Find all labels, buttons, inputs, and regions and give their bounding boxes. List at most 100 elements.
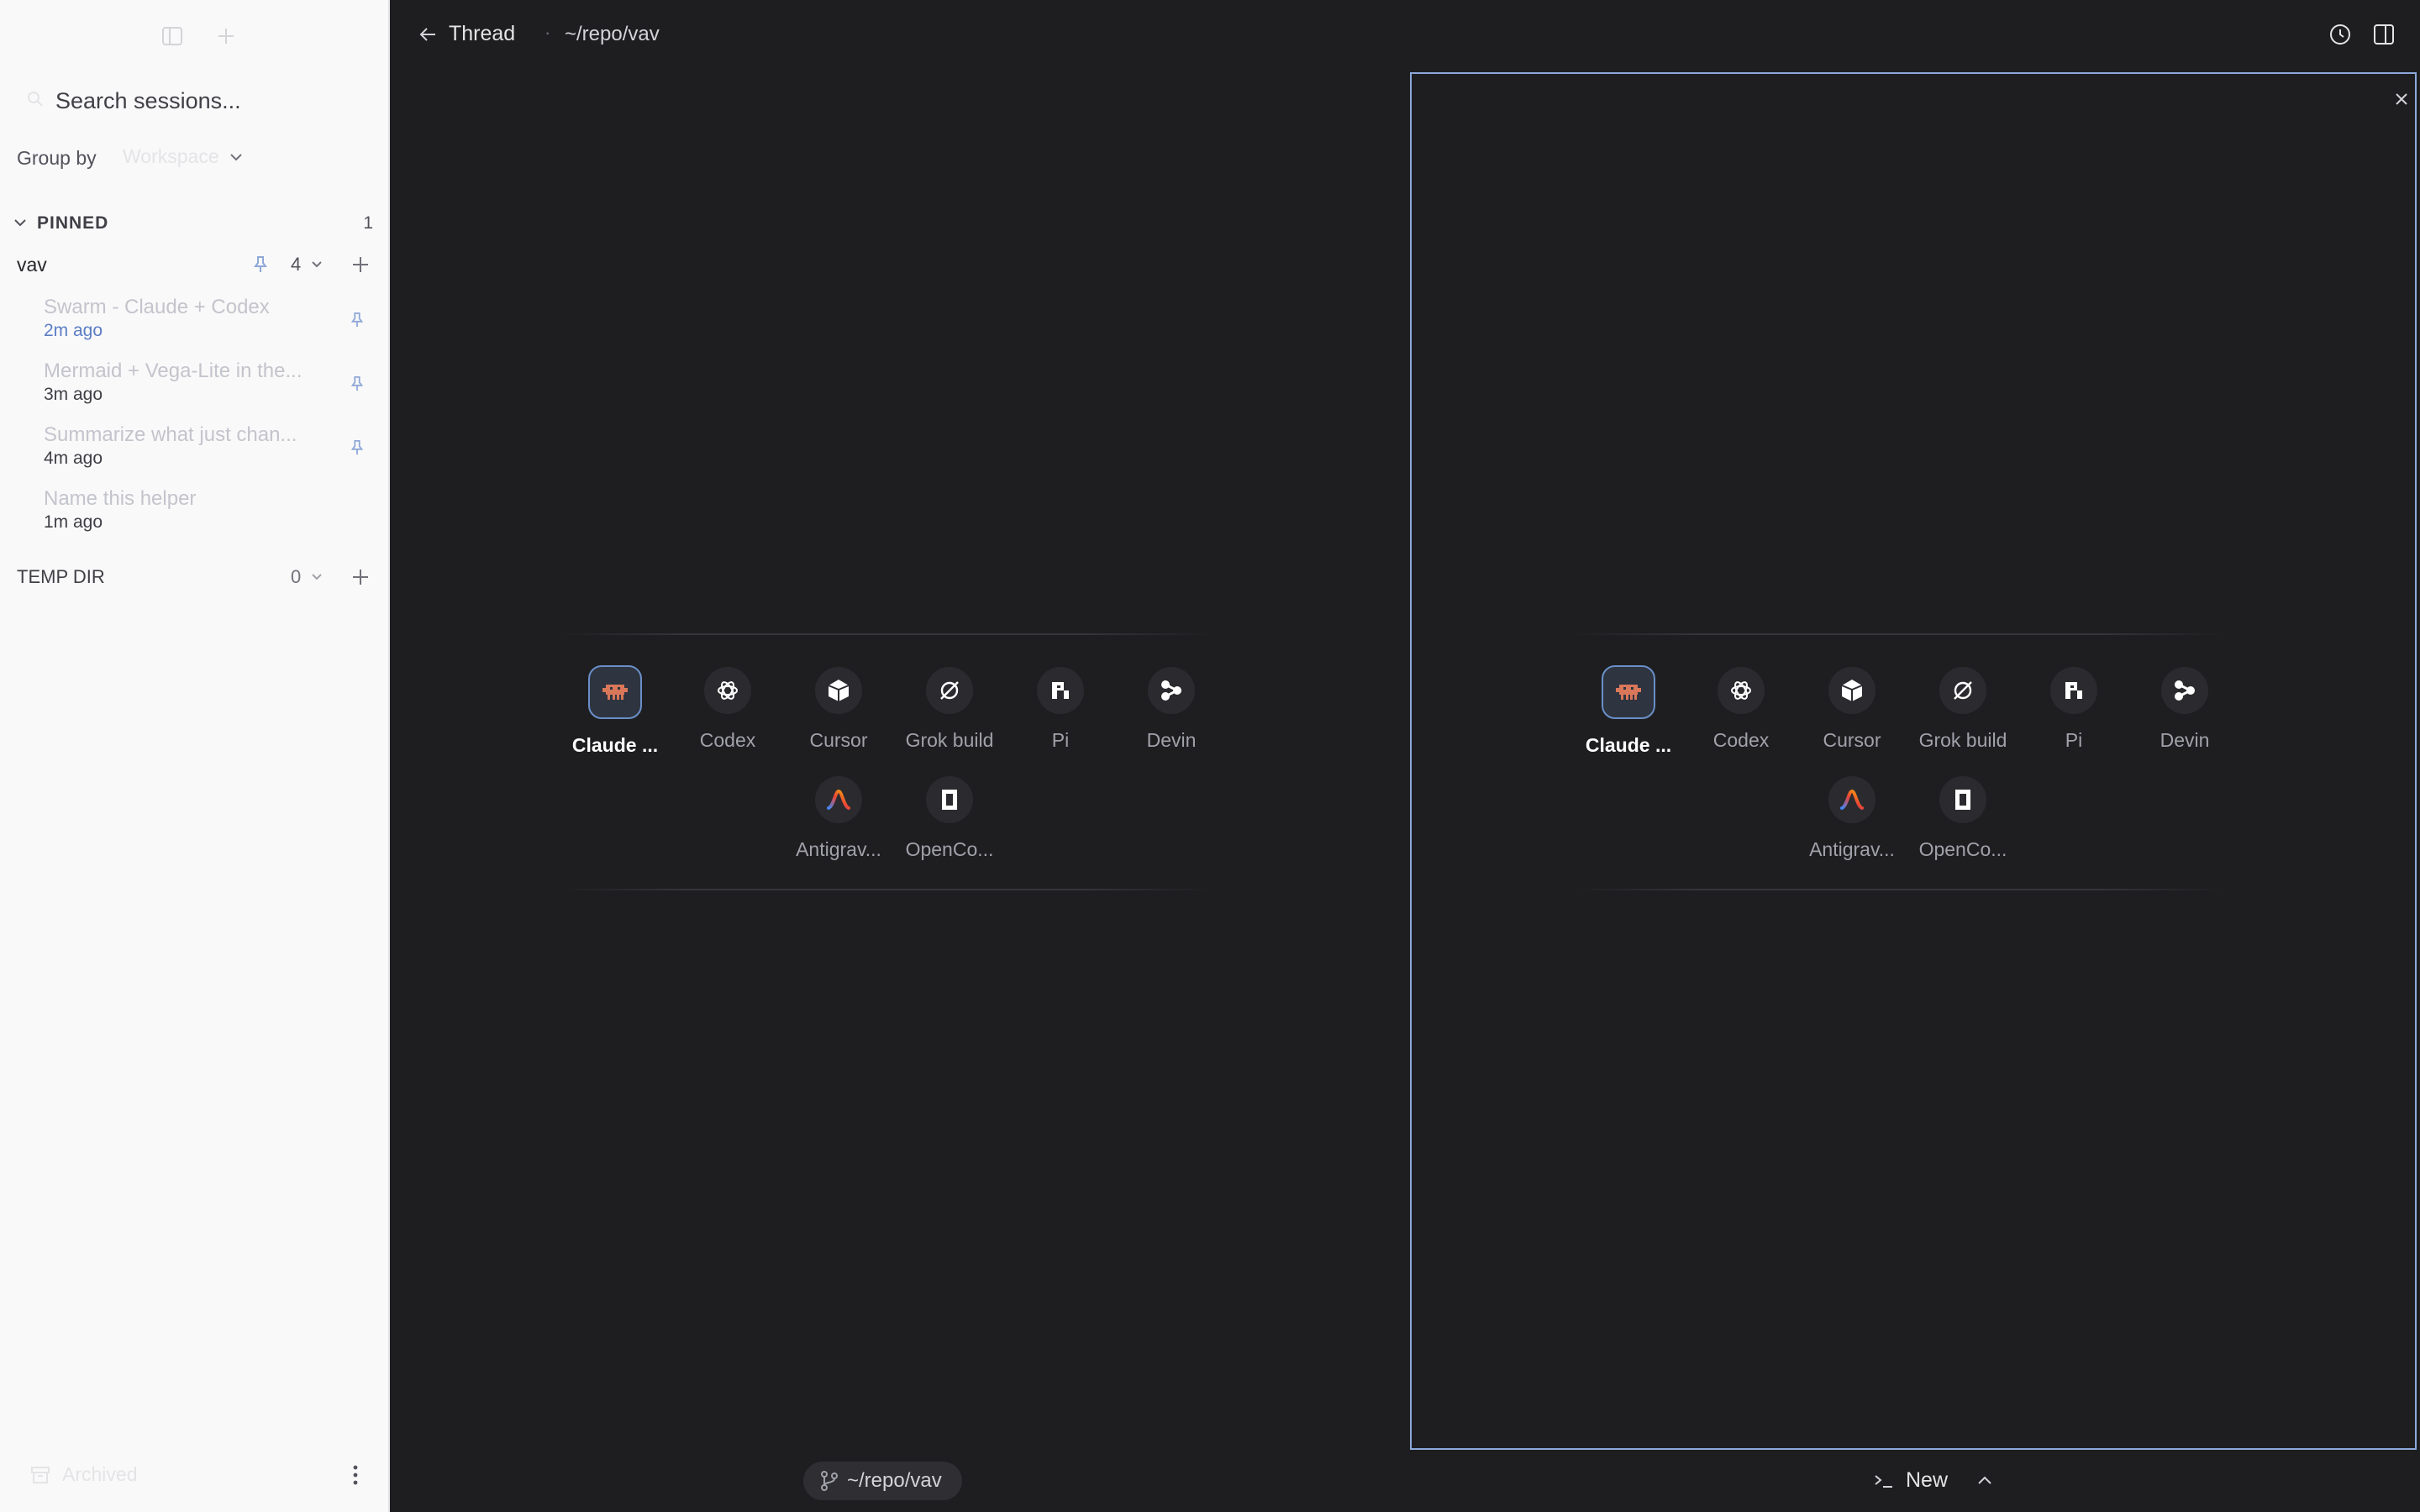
- agent-label: Antigrav...: [796, 838, 881, 860]
- group-by-select[interactable]: Workspace: [123, 145, 243, 168]
- pin-icon: [254, 256, 267, 272]
- devin-icon: [1148, 667, 1195, 714]
- temp-dir-count: 0: [291, 566, 302, 587]
- agent-devin[interactable]: Devin: [1116, 667, 1227, 752]
- agent-cursor[interactable]: Cursor: [783, 667, 894, 752]
- pinned-label: PINNED: [37, 213, 109, 233]
- agent-claude[interactable]: Claude ...: [1573, 665, 1684, 757]
- agent-label: Grok build: [1918, 729, 2007, 751]
- group-by-label: Group by: [17, 147, 97, 169]
- new-session-button[interactable]: [212, 24, 240, 49]
- agent-label: Devin: [2160, 729, 2210, 751]
- new-terminal-button[interactable]: New: [1874, 1468, 1948, 1493]
- toggle-panel-button[interactable]: [2371, 22, 2396, 47]
- right-pane[interactable]: Claude ... Codex Cursor Grok build Pi De…: [1410, 72, 2417, 1450]
- grok-icon: [926, 667, 973, 714]
- cursor-icon: [815, 667, 862, 714]
- session-item[interactable]: Mermaid + Vega-Lite in the... 3m ago: [0, 354, 388, 418]
- expand-up-button[interactable]: [1975, 1472, 1995, 1488]
- agent-grok[interactable]: Grok build: [894, 667, 1005, 752]
- agent-label: Cursor: [809, 729, 868, 751]
- codex-icon: [1718, 667, 1765, 714]
- chevron-up-icon: [1978, 1476, 1991, 1484]
- sidebar: input::placeholder{color:#3f3f46;} Group…: [0, 0, 390, 1512]
- session-item[interactable]: Swarm - Claude + Codex 2m ago: [0, 291, 388, 354]
- new-label: New: [1906, 1468, 1949, 1492]
- agent-pi[interactable]: Pi: [1005, 667, 1116, 752]
- left-pane: Claude ... Codex Cursor Grok build Pi De…: [390, 72, 1408, 1492]
- pin-icon[interactable]: [350, 438, 365, 457]
- close-pane-button[interactable]: [2391, 89, 2412, 109]
- claude-icon: [588, 665, 642, 719]
- search-input[interactable]: [55, 84, 366, 118]
- agent-codex[interactable]: Codex: [672, 667, 783, 752]
- arrow-left-icon: [419, 27, 435, 41]
- temp-dir-section[interactable]: TEMP DIR 0: [17, 564, 375, 591]
- branch-path-chip[interactable]: ~/repo/vav: [803, 1462, 962, 1500]
- agent-devin[interactable]: Devin: [2129, 667, 2240, 752]
- search-icon: [28, 92, 43, 107]
- agent-grok[interactable]: Grok build: [1907, 667, 2018, 752]
- codex-icon: [704, 667, 751, 714]
- agent-label: Pi: [2065, 729, 2083, 751]
- devin-icon: [2161, 667, 2208, 714]
- workspace-name: vav: [17, 254, 47, 276]
- more-options-button[interactable]: [350, 1463, 361, 1487]
- plus-icon[interactable]: [351, 255, 370, 274]
- agent-antigravity[interactable]: Antigrav...: [783, 776, 894, 861]
- archived-button[interactable]: Archived: [30, 1463, 137, 1486]
- search-box[interactable]: [20, 84, 373, 118]
- antigravity-icon: [815, 776, 862, 823]
- pin-icon[interactable]: [350, 311, 365, 329]
- back-to-thread-button[interactable]: Thread: [418, 22, 515, 46]
- session-time: 4m ago: [44, 449, 103, 468]
- agent-opencode[interactable]: OpenCo...: [1907, 776, 2018, 861]
- toggle-sidebar-button[interactable]: [158, 24, 187, 49]
- git-branch-icon: [821, 1471, 838, 1491]
- agent-codex[interactable]: Codex: [1686, 667, 1797, 752]
- workspace-row-vav[interactable]: vav 4: [17, 252, 375, 279]
- archive-icon: [31, 1466, 50, 1483]
- back-label: Thread: [449, 22, 516, 45]
- plus-icon[interactable]: [351, 568, 370, 586]
- pinned-section-header[interactable]: PINNED 1: [13, 213, 373, 239]
- header-path: ~/repo/vav: [565, 23, 660, 45]
- pinned-count: 1: [363, 213, 373, 233]
- panel-right-icon: [2374, 24, 2394, 45]
- cursor-icon: [1828, 667, 1876, 714]
- agent-opencode[interactable]: OpenCo...: [894, 776, 1005, 861]
- chevron-down-icon: [312, 261, 322, 268]
- pi-icon: [1037, 667, 1084, 714]
- opencode-icon: [926, 776, 973, 823]
- pin-icon[interactable]: [350, 375, 365, 393]
- agent-cursor[interactable]: Cursor: [1797, 667, 1907, 752]
- pi-icon: [2050, 667, 2097, 714]
- chevron-down-icon: [229, 153, 242, 160]
- temp-dir-label: TEMP DIR: [17, 566, 105, 587]
- agent-pi[interactable]: Pi: [2018, 667, 2129, 752]
- agent-label: Antigrav...: [1809, 838, 1895, 860]
- plus-icon: [218, 29, 234, 44]
- agent-claude[interactable]: Claude ...: [560, 665, 671, 757]
- chevron-down-icon: [312, 574, 322, 580]
- agent-label: Codex: [1712, 729, 1770, 751]
- agent-antigravity[interactable]: Antigrav...: [1797, 776, 1907, 861]
- close-icon: [2396, 93, 2407, 105]
- branch-path: ~/repo/vav: [847, 1469, 942, 1492]
- session-title: Mermaid + Vega-Lite in the...: [44, 360, 302, 382]
- session-time: 3m ago: [44, 385, 103, 404]
- header-separator: ·: [544, 22, 551, 43]
- session-title: Swarm - Claude + Codex: [44, 296, 270, 318]
- claude-icon: [1602, 665, 1655, 719]
- agent-label: Claude ...: [1585, 734, 1672, 756]
- clock-icon: [2330, 24, 2350, 45]
- divider: [558, 889, 1213, 890]
- session-item[interactable]: Summarize what just chan... 4m ago: [0, 418, 388, 482]
- sidebar-icon: [162, 27, 182, 45]
- archived-label: Archived: [62, 1463, 138, 1485]
- workspace-count: 4: [291, 254, 302, 275]
- session-item[interactable]: Name this helper 1m ago: [0, 482, 388, 546]
- history-button[interactable]: [2328, 22, 2353, 47]
- session-title: Name this helper: [44, 487, 197, 510]
- agent-label: Pi: [1051, 729, 1070, 751]
